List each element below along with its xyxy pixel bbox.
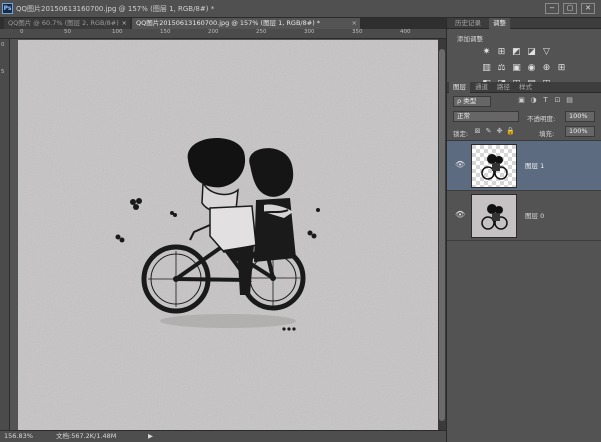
lock-transparent-icon[interactable]: ⊠	[473, 127, 482, 136]
lock-all-icon[interactable]: 🔒	[506, 127, 515, 136]
tab-channels[interactable]: 通道	[471, 82, 492, 93]
document-canvas[interactable]	[18, 40, 438, 430]
ruler-tick-label: 250	[256, 29, 267, 35]
ruler-tick-label: 350	[352, 29, 363, 35]
curves-adjustment-icon[interactable]: ◩	[511, 47, 522, 58]
document-tab-2[interactable]: QQ图片20150613160700.jpg @ 157% (图层 1, RGB…	[132, 18, 360, 29]
layer-row-layer-1[interactable]: 👁 图层 1	[447, 141, 601, 191]
vertical-ruler[interactable]: 0 5	[0, 39, 10, 430]
tab-history[interactable]: 历史记录	[451, 18, 485, 29]
brightness-adjustment-icon[interactable]: ✷	[481, 47, 492, 58]
add-adjustment-title: 添加调整	[457, 35, 483, 43]
layer-row-layer-0[interactable]: 👁 图层 0	[447, 191, 601, 241]
lock-label: 锁定:	[453, 130, 469, 138]
ruler-tick-label: 200	[208, 29, 219, 35]
opacity-label: 不透明度:	[527, 115, 556, 123]
tab-styles[interactable]: 样式	[515, 82, 536, 93]
title-bar: Ps QQ图片20150613160700.jpg @ 157% (图层 1, …	[0, 0, 601, 18]
lock-image-icon[interactable]: ✎	[484, 127, 493, 136]
eye-icon[interactable]: 👁	[455, 161, 465, 169]
ruler-tick-label: 150	[160, 29, 171, 35]
lock-position-icon[interactable]: ✥	[495, 127, 504, 136]
vertical-scrollbar[interactable]	[438, 39, 446, 430]
tab-label: QQ图片 @ 60.7% (图层 2, RGB/8#)	[8, 19, 119, 27]
document-size: 文档:567.2K/1.48M	[56, 432, 117, 440]
document-tab-bar: QQ图片 @ 60.7% (图层 2, RGB/8#) × QQ图片201506…	[0, 18, 446, 29]
color-balance-adjustment-icon[interactable]: ⚖	[496, 63, 507, 74]
minimize-button[interactable]: −	[545, 3, 559, 14]
opacity-input[interactable]: 100%	[565, 111, 595, 122]
ruler-tick-label: 50	[64, 29, 71, 35]
photoshop-logo-icon: Ps	[2, 3, 13, 14]
vibrance-adjustment-icon[interactable]: ▽	[541, 47, 552, 58]
horizontal-ruler[interactable]: 0 50 100 150 200 250 300 350 400	[0, 29, 446, 39]
close-window-button[interactable]: ✕	[581, 3, 595, 14]
channel-mixer-adjustment-icon[interactable]: ⊕	[541, 63, 552, 74]
status-menu-arrow-icon[interactable]: ▶	[148, 431, 153, 442]
blend-mode-select[interactable]: 正常	[453, 111, 519, 122]
type-filter-icon[interactable]: T	[541, 96, 550, 105]
tab-layers[interactable]: 图层	[449, 82, 470, 93]
ruler-tick-label: 400	[400, 29, 411, 35]
tab-paths[interactable]: 路径	[493, 82, 514, 93]
tab-adjustments[interactable]: 调整	[489, 18, 510, 29]
smart-object-filter-icon[interactable]: ▤	[565, 96, 574, 105]
shape-filter-icon[interactable]: ⊡	[553, 96, 562, 105]
black-white-adjustment-icon[interactable]: ▣	[511, 63, 522, 74]
exposure-adjustment-icon[interactable]: ◪	[526, 47, 537, 58]
scrollbar-thumb[interactable]	[439, 49, 445, 421]
adjustments-panel-tabs: 历史记录 调整	[447, 18, 601, 29]
layer-name[interactable]: 图层 1	[525, 160, 544, 170]
layer-thumbnail	[471, 194, 517, 238]
fill-input[interactable]: 100%	[565, 126, 595, 137]
zoom-level[interactable]: 156.83%	[4, 431, 33, 442]
lock-icons-group: ⊠ ✎ ✥ 🔒	[473, 127, 523, 136]
adjustment-filter-icon[interactable]: ◑	[529, 96, 538, 105]
photo-filter-adjustment-icon[interactable]: ◉	[526, 63, 537, 74]
fill-label: 填充:	[539, 130, 555, 138]
layers-list: 👁 图层 1 👁 图层 0	[447, 140, 601, 244]
color-lookup-adjustment-icon[interactable]: ⊞	[556, 63, 567, 74]
window-title: QQ图片20150613160700.jpg @ 157% (图层 1, RGB…	[16, 5, 215, 13]
ruler-tick-label: 100	[112, 29, 123, 35]
document-tab-1[interactable]: QQ图片 @ 60.7% (图层 2, RGB/8#) ×	[4, 18, 130, 29]
pixel-filter-icon[interactable]: ▣	[517, 96, 526, 105]
right-panel-dock: 历史记录 调整 添加调整 ✷ ⊞ ◩ ◪ ▽ ▥ ⚖ ▣ ◉ ⊕ ⊞ ◧ ◨ ◫…	[446, 18, 601, 442]
layer-name[interactable]: 图层 0	[525, 210, 544, 220]
tab-label: QQ图片20150613160700.jpg @ 157% (图层 1, RGB…	[136, 19, 321, 27]
layer-filter-kind-select[interactable]: ρ 类型	[453, 96, 491, 107]
maximize-button[interactable]: ▢	[563, 3, 577, 14]
ruler-tick-label: 0	[1, 42, 5, 48]
ruler-tick-label: 0	[20, 29, 24, 35]
eye-icon[interactable]: 👁	[455, 211, 465, 219]
ruler-tick-label: 5	[1, 69, 5, 75]
layer-thumbnail	[471, 144, 517, 188]
tab-close-icon[interactable]: ×	[352, 18, 357, 29]
hue-saturation-adjustment-icon[interactable]: ▥	[481, 63, 492, 74]
status-bar: 156.83% 文档:567.2K/1.48M ▶	[0, 430, 446, 442]
tab-close-icon[interactable]: ×	[122, 18, 127, 29]
levels-adjustment-icon[interactable]: ⊞	[496, 47, 507, 58]
ruler-tick-label: 300	[304, 29, 315, 35]
layers-panel-tabs: 图层 通道 路径 样式	[447, 82, 601, 93]
illustration-couple-on-bicycle	[18, 40, 438, 430]
